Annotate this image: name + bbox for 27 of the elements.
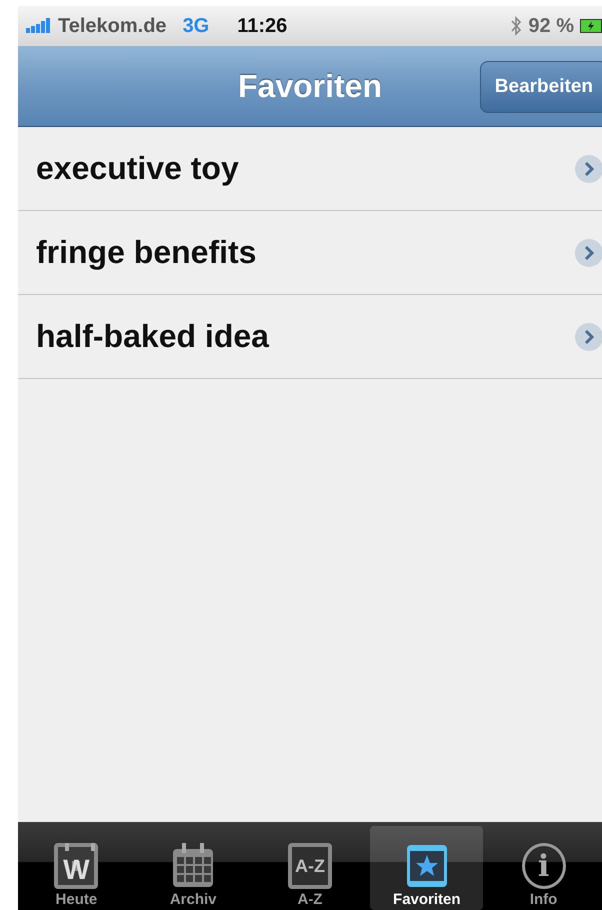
calendar-icon: W bbox=[54, 843, 98, 889]
battery-percent: 92 % bbox=[528, 14, 574, 38]
list-item[interactable]: executive toy bbox=[18, 127, 602, 211]
carrier-name: Telekom.de bbox=[58, 14, 167, 38]
screen-title: Favoriten bbox=[238, 68, 382, 104]
tab[interactable]: A-Z A-Z bbox=[254, 826, 366, 910]
tab[interactable]: Archiv bbox=[136, 826, 250, 910]
info-icon: i bbox=[522, 843, 566, 889]
letters-icon: A-Z bbox=[288, 843, 332, 889]
calendar-icon bbox=[171, 843, 216, 889]
tab[interactable]: Favoriten bbox=[370, 826, 484, 910]
chevron-icon[interactable] bbox=[574, 238, 602, 268]
signal-icon bbox=[26, 18, 52, 34]
tab[interactable]: i Info bbox=[487, 826, 600, 910]
bluetooth-icon bbox=[510, 16, 522, 36]
item-label: half-baked idea bbox=[36, 318, 269, 355]
chevron-icon[interactable] bbox=[574, 322, 602, 352]
clock: 11:26 bbox=[237, 14, 288, 38]
chevron-icon[interactable] bbox=[574, 154, 602, 184]
edit-button[interactable]: Bearbeiten bbox=[480, 61, 602, 113]
item-label: executive toy bbox=[36, 150, 239, 187]
item-label: fringe benefits bbox=[36, 234, 256, 271]
list-item[interactable]: half-baked idea bbox=[18, 295, 602, 379]
list-item[interactable]: fringe benefits bbox=[18, 211, 602, 295]
battery-icon bbox=[580, 19, 602, 33]
network-type: 3G bbox=[182, 14, 210, 38]
tab[interactable]: W Heute bbox=[20, 826, 133, 910]
